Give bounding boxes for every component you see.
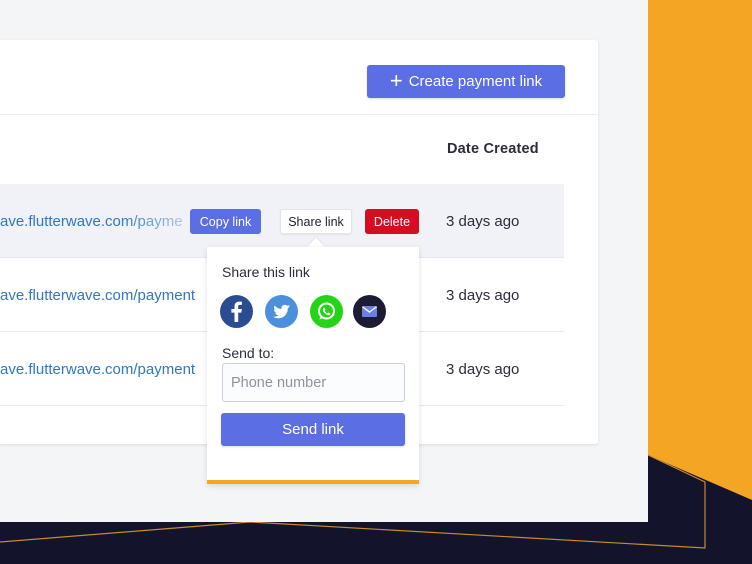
date-created: 3 days ago [446,360,520,378]
twitter-icon[interactable] [265,295,298,328]
payment-link-url[interactable]: ave.flutterwave.com/payment [0,184,182,258]
date-created: 3 days ago [446,212,520,230]
send-link-button[interactable]: Send link [221,413,405,446]
share-link-button[interactable]: Share link [280,209,352,234]
payment-link-url[interactable]: ave.flutterwave.com/payment [0,332,207,406]
create-payment-link-label: Create payment link [408,73,543,90]
payment-link-url[interactable]: ave.flutterwave.com/payment [0,258,207,332]
send-to-label: Send to: [222,345,275,361]
facebook-icon[interactable] [220,295,253,328]
email-icon[interactable] [353,295,386,328]
whatsapp-icon[interactable] [310,295,343,328]
delete-button[interactable]: Delete [365,209,419,234]
plus-icon: + [389,67,403,93]
app-screen: + Create payment link Date Created ave.f… [0,0,648,522]
column-header-date: Date Created [447,141,539,157]
phone-number-input[interactable] [222,363,405,402]
share-popover: Share this link Send to: Send link [207,247,419,484]
popover-arrow [307,238,325,247]
card-header: + Create payment link [0,40,598,115]
date-created: 3 days ago [446,286,520,304]
create-payment-link-button[interactable]: + Create payment link [367,65,565,98]
share-popover-title: Share this link [222,264,310,280]
copy-link-button[interactable]: Copy link [190,209,261,234]
